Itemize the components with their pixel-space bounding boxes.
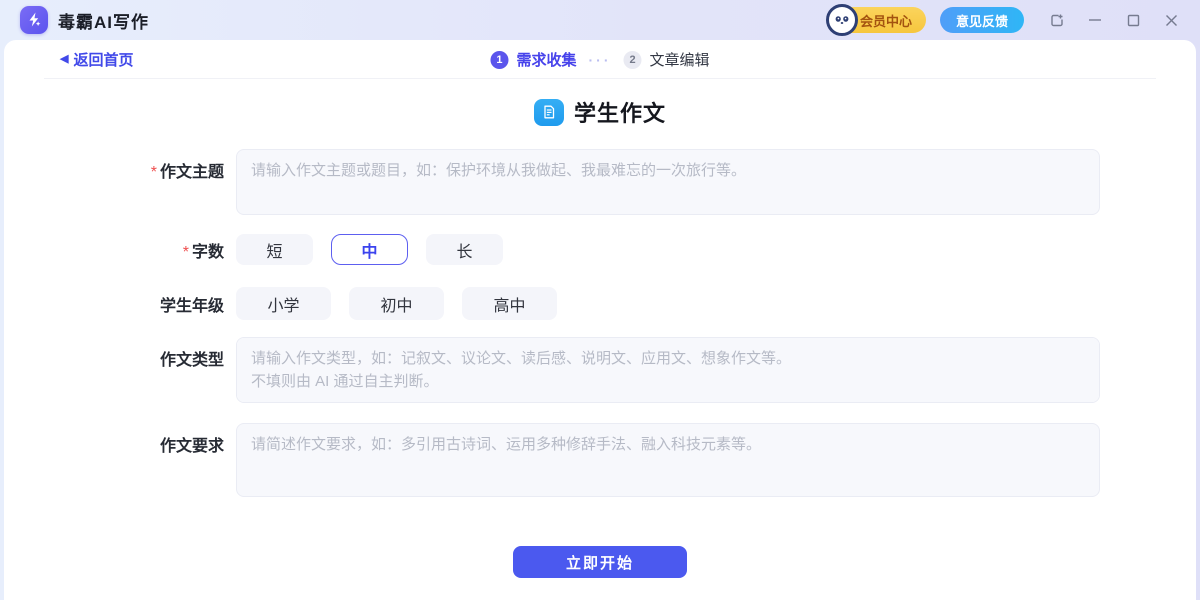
feedback-button[interactable]: 意见反馈 xyxy=(940,7,1024,33)
page-heading: 学生作文 xyxy=(4,95,1196,129)
step-2-label: 文章编辑 xyxy=(650,49,710,70)
grade-options: 小学 初中 高中 xyxy=(236,287,1100,320)
submit-row: 立即开始 xyxy=(4,546,1196,578)
page-title: 学生作文 xyxy=(574,96,666,128)
grade-option-junior[interactable]: 初中 xyxy=(349,287,444,320)
required-mark: * xyxy=(151,164,157,181)
nav-row: ◀ 返回首页 1 需求收集 ··· 2 文章编辑 xyxy=(4,40,1196,79)
back-home-link[interactable]: ◀ 返回首页 xyxy=(60,49,133,70)
grade-label: 学生年级 xyxy=(4,292,224,316)
step-1-label: 需求收集 xyxy=(516,49,576,70)
length-row: *字数 短 中 长 xyxy=(4,234,1196,265)
length-option-short[interactable]: 短 xyxy=(236,234,313,265)
back-arrow-icon: ◀ xyxy=(60,54,68,65)
app-logo-icon xyxy=(20,6,48,34)
close-icon[interactable] xyxy=(1162,11,1180,29)
topic-label: *作文主题 xyxy=(4,149,224,215)
grade-option-senior[interactable]: 高中 xyxy=(462,287,557,320)
type-input[interactable] xyxy=(236,337,1100,403)
new-window-icon[interactable] xyxy=(1048,11,1066,29)
feedback-label: 意见反馈 xyxy=(956,11,1008,30)
document-icon xyxy=(534,99,564,126)
length-option-medium[interactable]: 中 xyxy=(331,234,408,265)
requirements-label: 作文要求 xyxy=(4,423,224,497)
grade-option-primary[interactable]: 小学 xyxy=(236,287,331,320)
member-avatar xyxy=(826,4,858,36)
step-indicator: 1 需求收集 ··· 2 文章编辑 xyxy=(490,40,709,79)
member-center-button[interactable]: 会员中心 xyxy=(830,7,926,33)
step-dots: ··· xyxy=(589,52,612,68)
requirements-input[interactable] xyxy=(236,423,1100,497)
length-option-long[interactable]: 长 xyxy=(426,234,503,265)
step-article-edit: 2 文章编辑 xyxy=(624,49,710,70)
maximize-icon[interactable] xyxy=(1124,11,1142,29)
type-row: 作文类型 xyxy=(4,337,1196,403)
step-1-badge: 1 xyxy=(490,51,508,69)
window-controls xyxy=(1048,11,1186,29)
minimize-icon[interactable] xyxy=(1086,11,1104,29)
grade-row: 学生年级 小学 初中 高中 xyxy=(4,287,1196,320)
requirements-row: 作文要求 xyxy=(4,423,1196,497)
topic-row: *作文主题 xyxy=(4,149,1196,215)
titlebar: 毒霸AI写作 会员中心 意见反馈 xyxy=(0,0,1200,40)
length-label: *字数 xyxy=(4,238,224,262)
main-panel: ◀ 返回首页 1 需求收集 ··· 2 文章编辑 学生作文 xyxy=(4,40,1196,600)
essay-form: *作文主题 *字数 短 中 长 学生年级 小学 初中 高中 xyxy=(4,149,1196,578)
topic-input[interactable] xyxy=(236,149,1100,215)
step-requirements: 1 需求收集 xyxy=(490,49,576,70)
type-label: 作文类型 xyxy=(4,337,224,403)
back-home-label: 返回首页 xyxy=(73,49,133,70)
required-mark: * xyxy=(183,244,189,261)
member-center-label: 会员中心 xyxy=(860,11,912,30)
length-options: 短 中 长 xyxy=(236,234,1100,265)
app-title: 毒霸AI写作 xyxy=(58,8,149,33)
step-2-badge: 2 xyxy=(624,51,642,69)
start-button[interactable]: 立即开始 xyxy=(513,546,687,578)
